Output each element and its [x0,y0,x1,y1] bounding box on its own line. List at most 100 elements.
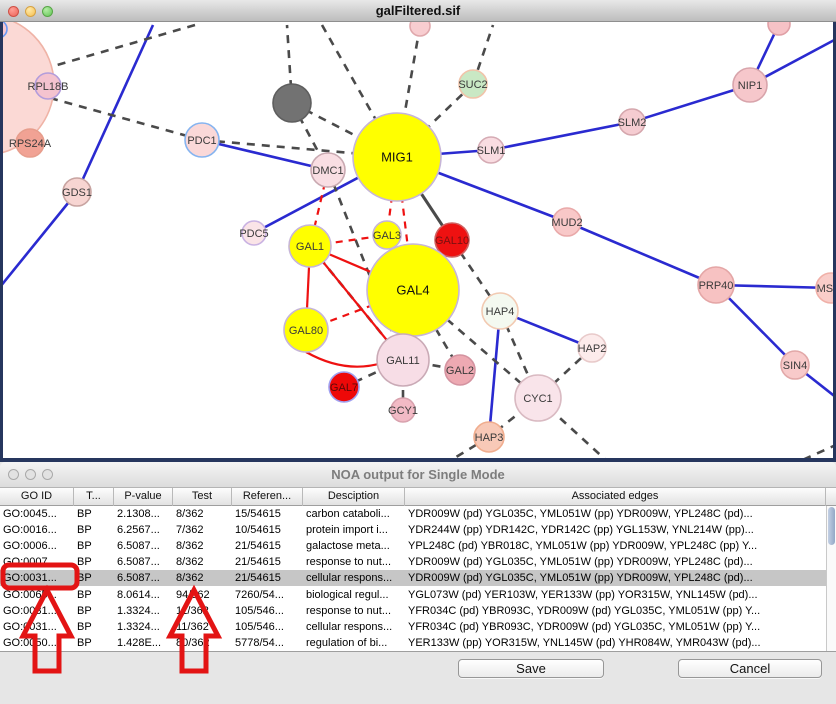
network-node-gal11[interactable]: GAL11 [377,334,429,386]
network-edge-pd[interactable] [40,25,195,70]
table-cell: YFR034C (pd) YBR093C, YDR009W (pd) YGL03… [405,605,826,617]
table-row-selected[interactable]: GO:0031...BP6.5087...8/36221/54615cellul… [0,570,826,586]
network-node-hap2[interactable]: HAP2 [578,334,607,362]
network-node-gds1[interactable]: GDS1 [62,178,92,206]
table-cell: 2.1308... [114,508,173,520]
column-header-associated-edges[interactable]: Associated edges [405,488,826,506]
node-label: MUD2 [551,217,582,229]
network-node-gal1[interactable]: GAL1 [289,225,331,267]
table-cell: GO:0031... [0,572,74,584]
column-header-go-id[interactable]: GO ID [0,488,74,506]
network-edge-pp[interactable] [491,122,632,150]
network-node-gcy1[interactable]: GCY1 [388,398,418,422]
table-cell: 1.428E... [114,637,173,649]
results-table[interactable]: GO:0045...BP2.1308...8/36215/54615carbon… [0,506,826,651]
network-node-slm1[interactable]: SLM1 [477,137,506,163]
network-node-slm2[interactable]: SLM2 [618,109,647,135]
network-node-sin4[interactable]: SIN4 [781,351,809,379]
column-header-desciption[interactable]: Desciption [303,488,405,506]
main-window-titlebar: galFiltered.sif [0,0,836,22]
table-cell: response to nut... [303,556,405,568]
table-cell: 21/54615 [232,540,303,552]
node-label: RPS24A [9,138,52,150]
node-label: SIN4 [783,360,807,372]
network-node-gal4[interactable]: GAL4 [367,244,459,336]
node-label: SLM1 [477,145,506,157]
scrollbar-thumb[interactable] [828,507,835,545]
node-label: MSL5 [817,283,833,295]
table-cell: 21/54615 [232,556,303,568]
network-node[interactable] [768,22,790,35]
network-edge-red[interactable] [306,352,382,367]
network-edge-pp[interactable] [3,192,77,287]
table-cell: 11/362 [173,605,232,617]
table-row[interactable]: GO:0031...BP1.3324...11/362105/546...cel… [0,619,826,635]
network-node-mud2[interactable]: MUD2 [551,208,582,236]
network-node-suc2[interactable]: SUC2 [458,70,487,98]
table-row[interactable]: GO:0065...BP8.0614...94/3627260/54...bio… [0,586,826,602]
table-cell: 105/546... [232,605,303,617]
table-row[interactable]: GO:0016...BP6.2567...7/36210/54615protei… [0,522,826,538]
table-cell: YDR244W (pp) YDR142C, YDR142C (pp) YGL15… [405,524,826,536]
network-node-pdc1[interactable]: PDC1 [185,123,219,157]
table-cell: 94/362 [173,589,232,601]
table-row[interactable]: GO:0007...BP6.5087...8/36221/54615respon… [0,554,826,570]
table-cell: YPL248C (pd) YBR018C, YML051W (pp) YDR00… [405,540,826,552]
table-cell: 6.5087... [114,540,173,552]
vertical-scrollbar[interactable] [826,506,836,651]
network-node-pdc5[interactable]: PDC5 [239,221,268,245]
table-cell: GO:0007... [0,556,74,568]
table-cell: BP [74,540,114,552]
network-edge-pp[interactable] [489,311,500,437]
node-label: GAL3 [373,230,401,242]
network-node-gal2[interactable]: GAL2 [445,355,475,385]
save-button[interactable]: Save [458,659,604,678]
network-node-dmc1[interactable]: DMC1 [311,153,345,187]
network-edge-pp[interactable] [77,25,153,192]
network-node-nip1[interactable]: NIP1 [733,68,767,102]
cancel-button[interactable]: Cancel [678,659,822,678]
network-node[interactable] [410,22,430,36]
table-cell: YGL073W (pd) YER103W, YER133W (pp) YOR31… [405,589,826,601]
network-node-hap3[interactable]: HAP3 [474,422,504,452]
table-cell: cellular respons... [303,572,405,584]
node-label: GCY1 [388,405,418,417]
network-canvas[interactable]: RPL18B RPS24A GDS1 PDC1 DMC1 SUC2 NIP1 SLM2 SLM1… [0,22,836,462]
network-node-prp40[interactable]: PRP40 [698,267,734,303]
network-node-hap4[interactable]: HAP4 [482,293,518,329]
network-node-mig1[interactable]: MIG1 [353,113,441,201]
table-row[interactable]: GO:0045...BP2.1308...8/36215/54615carbon… [0,506,826,522]
network-edge-pp[interactable] [632,85,750,122]
network-node[interactable] [273,84,311,122]
network-graph[interactable]: RPL18B RPS24A GDS1 PDC1 DMC1 SUC2 NIP1 SLM2 SLM1… [3,22,833,458]
table-bottom-divider [0,651,836,652]
table-cell: 6.5087... [114,556,173,568]
network-edge-pp[interactable] [567,222,716,285]
table-cell: GO:0045... [0,508,74,520]
node-label: HAP3 [475,432,504,444]
column-header-t[interactable]: T... [74,488,114,506]
table-cell: 21/54615 [232,572,303,584]
table-row[interactable]: GO:0006...BP6.5087...8/36221/54615galact… [0,538,826,554]
network-edge-pd[interactable] [798,444,833,458]
table-cell: GO:0050... [0,637,74,649]
table-cell: 1.3324... [114,621,173,633]
node-label: GDS1 [62,187,92,199]
table-cell: BP [74,508,114,520]
network-node-gal3[interactable]: GAL3 [373,221,401,249]
network-node-gal7[interactable]: GAL7 [329,372,359,402]
network-node-msl5[interactable]: MSL5 [816,273,833,303]
column-header-referen[interactable]: Referen... [232,488,303,506]
network-edge-pd[interactable] [50,98,202,140]
table-row[interactable]: GO:0031...BP1.3324...11/362105/546...res… [0,603,826,619]
node-label: RPL18B [28,81,69,93]
column-header-test[interactable]: Test [173,488,232,506]
table-cell: 15/54615 [232,508,303,520]
network-node-cyc1[interactable]: CYC1 [515,375,561,421]
column-header-p-value[interactable]: P-value [114,488,173,506]
table-row[interactable]: GO:0050...BP1.428E...80/3625778/54...reg… [0,635,826,651]
table-cell: carbon cataboli... [303,508,405,520]
network-node-gal80[interactable]: GAL80 [284,308,328,352]
table-cell: cellular respons... [303,621,405,633]
table-cell: galactose meta... [303,540,405,552]
